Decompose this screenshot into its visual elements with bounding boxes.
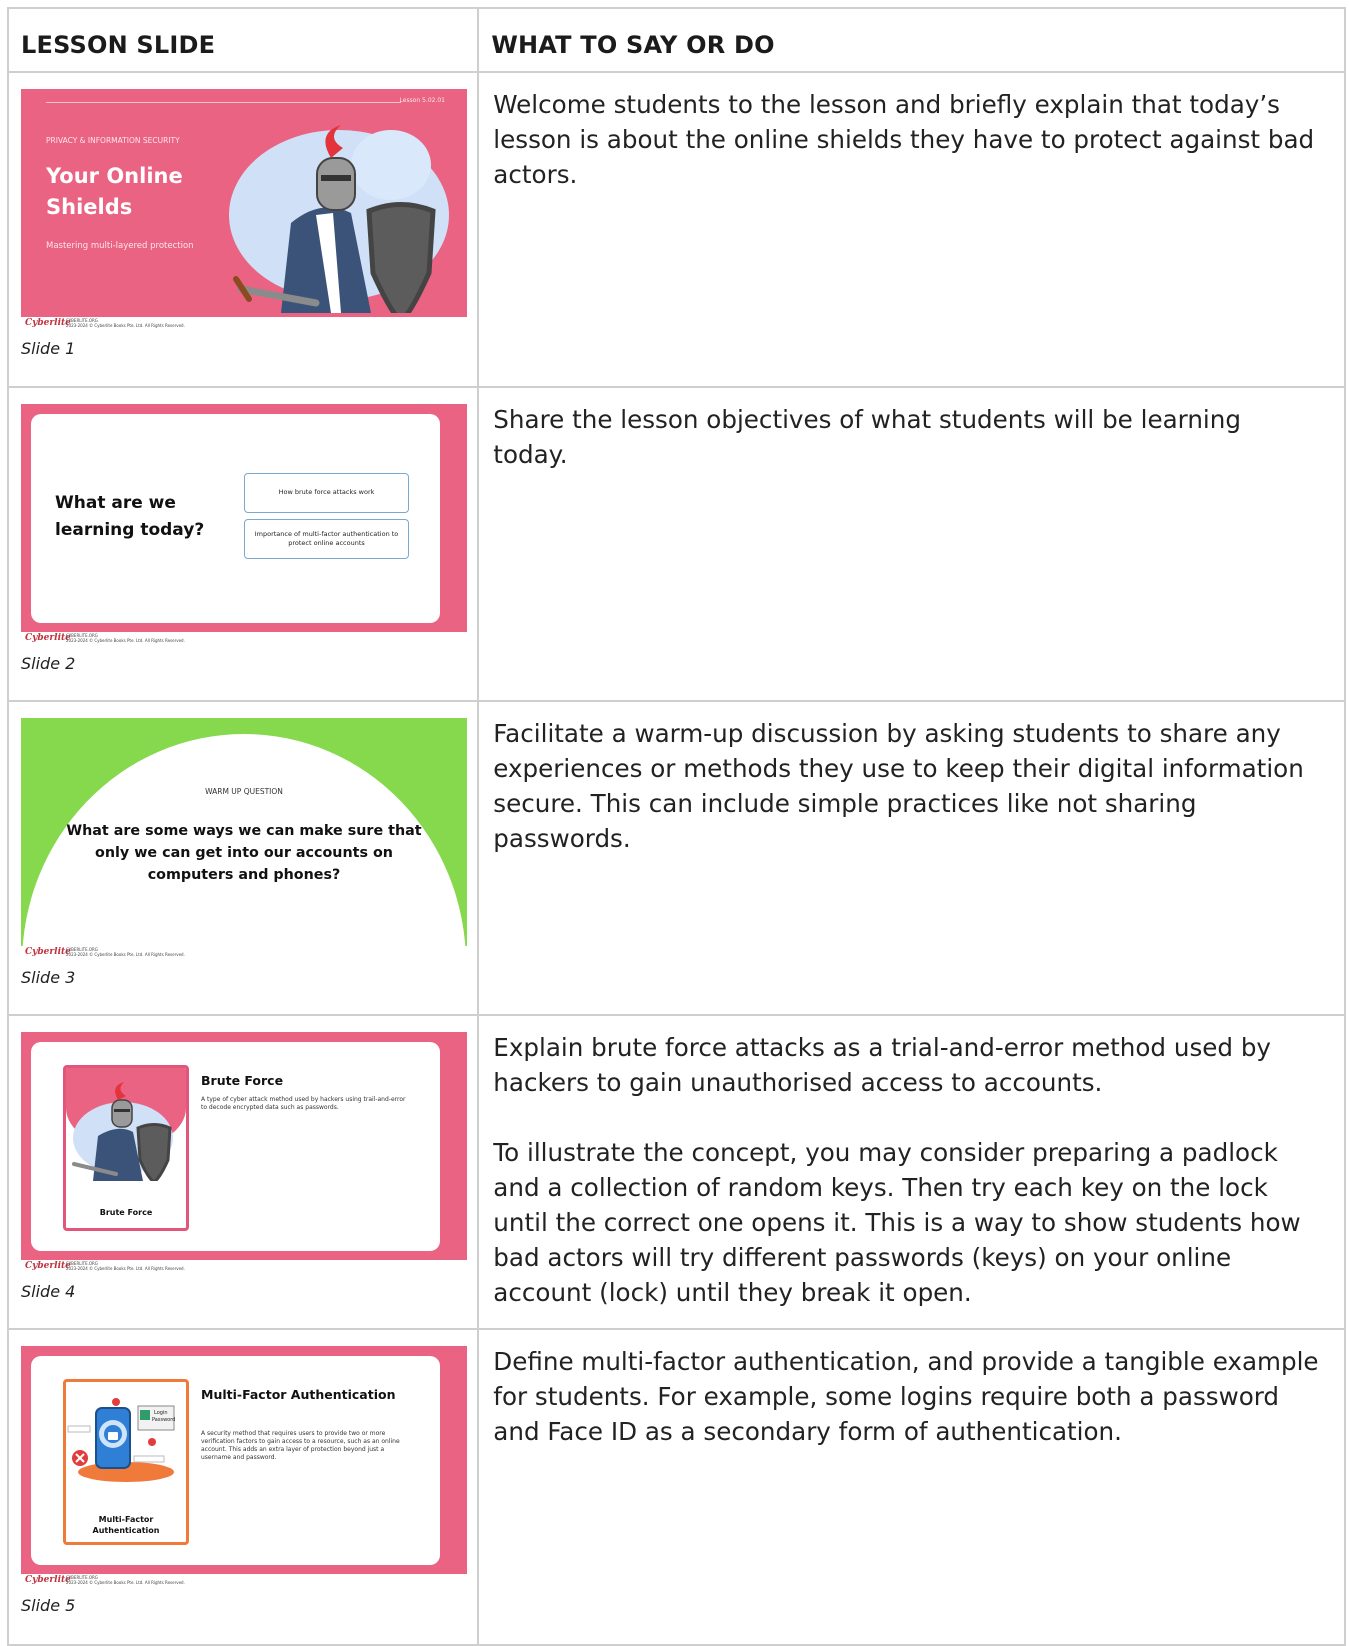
phone-lock-illustration: Login Password [67,1398,175,1482]
table-header-row: LESSON SLIDE WHAT TO SAY OR DO [9,9,1346,73]
cyberlite-logo: Cyberlite [25,318,71,328]
notes-cell: Welcome students to the lesson and brief… [479,73,1346,386]
term-card: Brute Force [63,1065,189,1231]
teacher-note: To illustrate the concept, you may consi… [493,1138,1301,1307]
term-definition: A type of cyber attack method used by ha… [201,1096,406,1111]
objective-box: How brute force attacks work [244,473,409,513]
slide-topic: PRIVACY & INFORMATION SECURITY [46,136,180,145]
teacher-note: Facilitate a warm-up discussion by askin… [493,719,1304,853]
svg-text:Login: Login [154,1410,168,1416]
footer-text: CYBERLITE.ORG 2023-2024 © Cyberlite Books… [66,947,185,957]
footer-text: CYBERLITE.ORG 2023-2024 © Cyberlite Books… [66,633,185,643]
slide-cell: WARM UP QUESTION What are some ways we c… [9,702,480,1014]
slide-subtitle: Mastering multi-layered protection [46,241,194,251]
table-row: Brute Force Brute Force A type of cyber … [9,1016,1346,1330]
slide-title: Your Online Shields [46,164,183,219]
footer-text: CYBERLITE.ORG 2023-2024 © Cyberlite Books… [66,1261,185,1271]
slide-kicker: WARM UP QUESTION [205,787,283,796]
notes-cell: Share the lesson objectives of what stud… [479,388,1346,700]
slide-footer: Cyberlite CYBERLITE.ORG 2023-2024 © Cyber… [21,632,467,646]
term-card-label: Multi-Factor Authentication [92,1515,160,1535]
header-lesson-slide: LESSON SLIDE [9,9,480,71]
slide-2-thumbnail: What are we learning today? How brute fo… [21,404,467,632]
lesson-plan-table: LESSON SLIDE WHAT TO SAY OR DO Lesson 5.… [7,7,1346,1646]
slide-cell: Lesson 5.02.01 PRIVACY & INFORMATION SEC… [9,73,480,386]
slide-question: What are we learning today? [55,493,205,540]
shield-icon [366,202,436,313]
slide-question: What are some ways we can make sure that… [66,823,422,883]
slide-label: Slide 5 [21,1596,76,1615]
teacher-note: Welcome students to the lesson and brief… [493,90,1315,189]
shield-icon [136,1123,172,1181]
notes-cell: Facilitate a warm-up discussion by askin… [479,702,1346,1014]
footer-text: CYBERLITE.ORG 2023-2024 © Cyberlite Books… [66,1575,185,1585]
slide-footer: Cyberlite CYBERLITE.ORG 2023-2024 © Cyber… [21,317,467,331]
term-heading: Multi-Factor Authentication [201,1387,396,1402]
knight-illustration [229,125,449,313]
error-icon [112,1398,120,1406]
slide-cell: What are we learning today? How brute fo… [9,388,480,700]
slide-3-thumbnail: WARM UP QUESTION What are some ways we c… [21,718,467,946]
cyberlite-logo: Cyberlite [25,947,71,957]
footer-text: CYBERLITE.ORG 2023-2024 © Cyberlite Books… [66,318,185,328]
teacher-note: Define multi-factor authentication, and … [493,1347,1319,1446]
svg-text:Password: Password [152,1417,175,1423]
slide-5-thumbnail: Login Password Multi-Factor Authenticati… [21,1346,467,1574]
table-row: Lesson 5.02.01 PRIVACY & INFORMATION SEC… [9,73,1346,388]
slide-label: Slide 2 [21,654,76,673]
table-row: WARM UP QUESTION What are some ways we c… [9,702,1346,1016]
teacher-note: Explain brute force attacks as a trial-a… [493,1033,1271,1097]
slide-cell: Login Password Multi-Factor Authenticati… [9,1330,480,1644]
term-definition: A security method that requires users to… [201,1430,400,1461]
slide-1-thumbnail: Lesson 5.02.01 PRIVACY & INFORMATION SEC… [21,89,467,317]
term-card: Login Password Multi-Factor Authenticati… [63,1379,189,1545]
slide-label: Slide 3 [21,968,76,987]
cyberlite-logo: Cyberlite [25,1261,71,1271]
slide-label: Slide 4 [21,1282,76,1301]
slide-footer: Cyberlite CYBERLITE.ORG 2023-2024 © Cyber… [21,1574,467,1588]
slide-footer: Cyberlite CYBERLITE.ORG 2023-2024 © Cyber… [21,946,467,960]
notes-cell: Explain brute force attacks as a trial-a… [479,1016,1346,1328]
teacher-note: Share the lesson objectives of what stud… [493,405,1241,469]
error-icon [148,1438,156,1446]
slide-cell: Brute Force Brute Force A type of cyber … [9,1016,480,1328]
slide-4-thumbnail: Brute Force Brute Force A type of cyber … [21,1032,467,1260]
notes-cell: Define multi-factor authentication, and … [479,1330,1346,1644]
knight-illustration [72,1082,173,1181]
term-card-label: Brute Force [99,1208,153,1217]
cyberlite-logo: Cyberlite [25,1575,71,1585]
term-heading: Brute Force [201,1073,284,1088]
slide-footer: Cyberlite CYBERLITE.ORG 2023-2024 © Cyber… [21,1260,467,1274]
slide-label: Slide 1 [21,339,76,358]
cyberlite-logo: Cyberlite [25,633,71,643]
table-row: Login Password Multi-Factor Authenticati… [9,1330,1346,1646]
table-row: What are we learning today? How brute fo… [9,388,1346,702]
header-what-to-say: WHAT TO SAY OR DO [479,9,1346,71]
objective-box: Importance of multi-factor authenticatio… [244,519,409,559]
